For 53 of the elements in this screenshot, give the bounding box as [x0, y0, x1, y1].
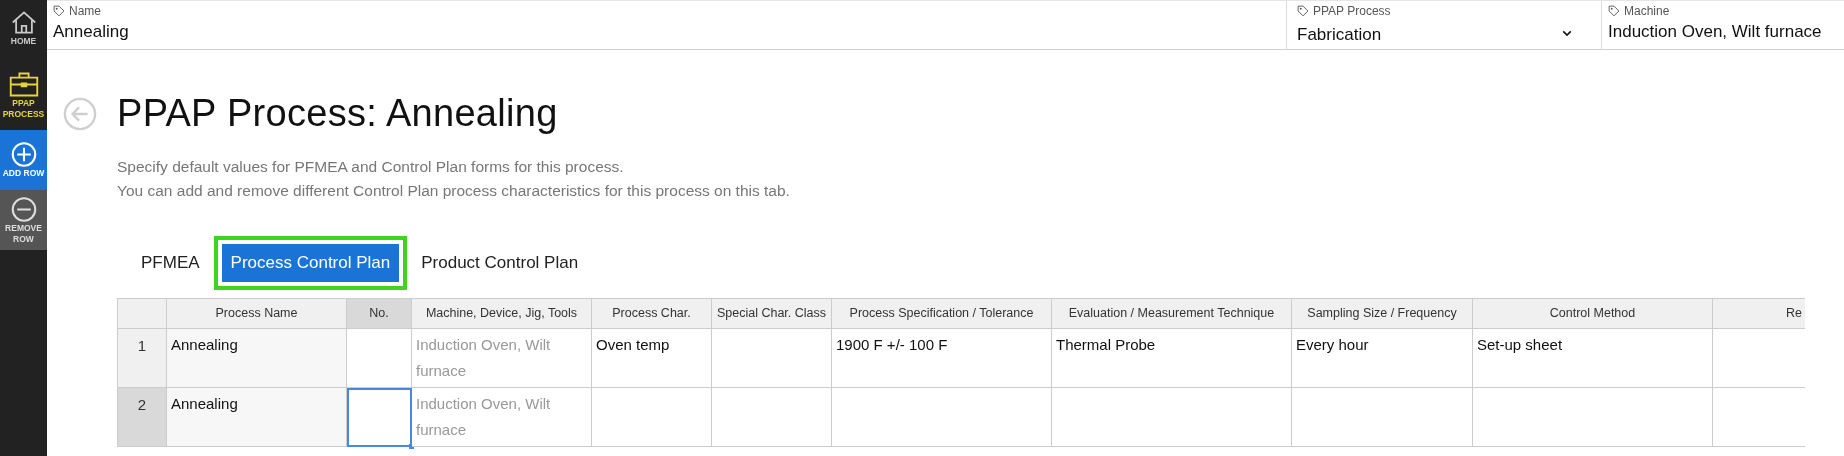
column-header[interactable]: Process Name [167, 299, 347, 329]
field-value: Induction Oven, Wilt furnace [1608, 22, 1822, 42]
form-field[interactable]: PPAP Process Fabrication [1286, 1, 1601, 49]
field-label: Machine [1624, 4, 1670, 18]
table-cell[interactable] [712, 329, 832, 388]
table-cell[interactable]: Every hour [1292, 329, 1473, 388]
table-cell[interactable] [1473, 388, 1713, 447]
form-field[interactable]: Name Annealing [47, 1, 1286, 49]
briefcase-icon [8, 70, 39, 98]
sidebar-item[interactable]: REMOVE ROW [0, 190, 47, 250]
description-text: Specify default values for PFMEA and Control Plan forms for this process. [117, 157, 625, 177]
table-cell[interactable]: 1900 F +/- 100 F [832, 329, 1052, 388]
table-cell[interactable]: Annealing [167, 329, 347, 388]
column-header[interactable]: Re [1713, 299, 1805, 329]
table-cell[interactable] [712, 388, 832, 447]
sidebar-item[interactable]: PPAP PROCESS [0, 60, 47, 130]
column-header[interactable]: Evaluation / Measurement Technique [1052, 299, 1292, 329]
column-header[interactable]: Machine, Device, Jig, Tools [412, 299, 592, 329]
table-cell[interactable] [347, 329, 412, 388]
tag-icon [1297, 5, 1309, 17]
table-cell[interactable]: Set-up sheet [1473, 329, 1713, 388]
table-cell[interactable] [1292, 388, 1473, 447]
back-icon[interactable] [63, 96, 97, 131]
column-header[interactable]: Control Method [1473, 299, 1713, 329]
field-value: Annealing [53, 22, 129, 42]
sidebar-item[interactable]: ADD ROW [0, 130, 47, 190]
description-text: You can add and remove different Control Plan process characteristics for this process on this tab. [117, 181, 791, 201]
tab[interactable]: PFMEA [133, 245, 208, 281]
field-label: Name [69, 4, 101, 18]
chevron-down-icon[interactable] [1562, 30, 1572, 37]
page-title: PPAP Process: Annealing [117, 92, 558, 135]
column-header[interactable]: Special Char. Class [712, 299, 832, 329]
tag-icon [1608, 5, 1620, 17]
tab[interactable]: Product Control Plan [413, 245, 587, 281]
row-number[interactable]: 2 [117, 388, 167, 447]
table-cell[interactable] [1052, 388, 1292, 447]
field-label: PPAP Process [1313, 4, 1391, 18]
column-header[interactable]: No. [347, 299, 412, 329]
field-value: Fabrication [1297, 25, 1382, 45]
column-header[interactable]: Sampling Size / Frequency [1292, 299, 1473, 329]
sidebar-item[interactable]: HOME [0, 0, 47, 56]
tab[interactable]: Process Control Plan [221, 244, 400, 282]
table-cell[interactable]: Thermal Probe [1052, 329, 1292, 388]
table-cell[interactable] [592, 388, 712, 447]
row-number[interactable]: 1 [117, 329, 167, 388]
table-cell[interactable]: Oven temp [592, 329, 712, 388]
table-cell[interactable] [347, 388, 412, 447]
form-field[interactable]: Machine Induction Oven, Wilt furnace [1601, 1, 1844, 49]
table-cell[interactable]: Annealing [167, 388, 347, 447]
tag-icon [53, 5, 65, 17]
column-header[interactable]: Process Char. [592, 299, 712, 329]
column-header[interactable]: Process Specification / Tolerance [832, 299, 1052, 329]
table-cell[interactable] [832, 388, 1052, 447]
